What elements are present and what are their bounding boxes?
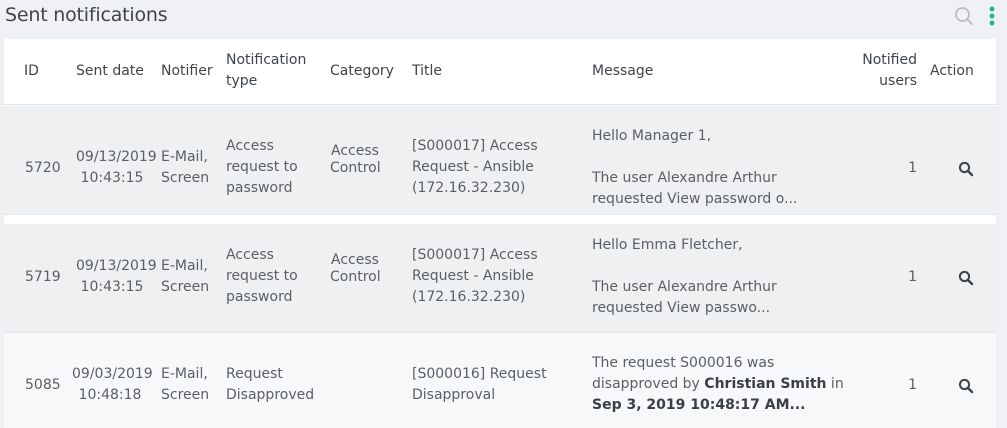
table-row[interactable]: 5719 09/13/2019 10:43:15 E-Mail, Screen …	[4, 224, 996, 333]
cell-message-user-name: Christian Smith	[704, 376, 827, 392]
view-details-search-icon[interactable]	[958, 270, 974, 286]
cell-title-line3: (172.16.32.230)	[412, 289, 526, 305]
cell-notification-type: Request Disapproved	[226, 364, 314, 406]
cell-notifier: E-Mail, Screen	[161, 256, 209, 298]
cell-title-line1: [S000016] Request	[412, 366, 547, 382]
cell-notifier-line1: E-Mail,	[161, 258, 208, 274]
cell-id: 5085	[25, 377, 61, 393]
cell-sent-date: 09/03/2019 10:48:18	[72, 364, 153, 406]
cell-notifier-line2: Screen	[161, 387, 210, 403]
cell-message-line2: The user Alexandre Arthur	[592, 170, 777, 186]
table-row[interactable]: 5720 09/13/2019 10:43:15 E-Mail, Screen …	[4, 106, 996, 215]
cell-message-line2: disapproved by Christian Smith in	[592, 374, 844, 395]
cell-date: 09/13/2019	[76, 258, 157, 274]
cell-id: 5719	[25, 269, 61, 285]
notifications-table: ID Sent date Notifier Notification type …	[4, 39, 996, 428]
page-header: Sent notifications	[0, 0, 1007, 38]
cell-title: [S000017] Access Request - Ansible (172.…	[412, 136, 538, 199]
cell-title-line3: (172.16.32.230)	[412, 180, 526, 196]
cell-type-line3: password	[226, 180, 293, 196]
column-header-notification-type[interactable]: Notification type	[226, 50, 306, 92]
cell-id: 5720	[25, 160, 61, 176]
view-details-search-icon[interactable]	[958, 378, 974, 394]
cell-message-blank	[592, 147, 797, 168]
cell-category-line2: Control	[330, 269, 381, 285]
cell-message-line3: requested View passwo...	[592, 300, 771, 316]
cell-title: [S000017] Access Request - Ansible (172.…	[412, 245, 538, 308]
cell-message-line2-suffix: in	[826, 376, 844, 392]
cell-date: 09/13/2019	[76, 149, 157, 165]
column-header-notified-users-line1: Notified	[862, 52, 917, 68]
cell-notified-users: 1	[908, 269, 917, 285]
cell-notifier: E-Mail, Screen	[161, 364, 209, 406]
cell-notified-users: 1	[908, 160, 917, 176]
cell-message-line1: The request S000016 was	[592, 355, 775, 371]
cell-category: Access Control	[330, 143, 381, 177]
cell-category-line1: Access	[331, 252, 379, 268]
cell-time: 10:43:15	[80, 279, 144, 295]
column-header-notifier[interactable]: Notifier	[161, 61, 213, 82]
cell-type-line1: Request	[226, 366, 283, 382]
cell-date: 09/03/2019	[72, 366, 153, 382]
cell-message-line1: Hello Manager 1,	[592, 128, 712, 144]
column-header-title[interactable]: Title	[412, 61, 442, 82]
cell-notified-users: 1	[908, 377, 917, 393]
cell-title-line2: Disapproval	[412, 387, 496, 403]
cell-sent-date: 09/13/2019 10:43:15	[76, 147, 157, 189]
cell-notifier: E-Mail, Screen	[161, 147, 209, 189]
cell-message-line3: requested View password o...	[592, 191, 798, 207]
cell-type-line1: Access	[226, 247, 274, 263]
cell-message-line1: Hello Emma Fletcher,	[592, 237, 743, 253]
cell-title: [S000016] Request Disapproval	[412, 364, 547, 406]
cell-type-line2: Disapproved	[226, 387, 315, 403]
cell-notification-type: Access request to password	[226, 136, 298, 199]
cell-notifier-line2: Screen	[161, 279, 210, 295]
cell-notifier-line2: Screen	[161, 170, 210, 186]
cell-type-line1: Access	[226, 138, 274, 154]
search-icon[interactable]	[954, 6, 974, 26]
cell-message-line2-prefix: disapproved by	[592, 376, 705, 392]
kebab-menu-icon[interactable]	[986, 5, 998, 27]
column-header-category[interactable]: Category	[330, 61, 394, 82]
cell-time: 10:43:15	[80, 170, 144, 186]
column-header-action: Action	[930, 63, 974, 79]
cell-message: Hello Emma Fletcher, The user Alexandre …	[592, 235, 777, 319]
column-header-message[interactable]: Message	[592, 61, 653, 82]
cell-title-line2: Request - Ansible	[412, 159, 534, 175]
column-header-sent-date[interactable]: Sent date	[76, 61, 144, 82]
view-details-search-icon[interactable]	[958, 161, 974, 177]
column-header-id[interactable]: ID	[24, 61, 39, 82]
cell-notification-type: Access request to password	[226, 245, 298, 308]
column-header-notification-type-line1: Notification	[226, 52, 307, 68]
cell-title-line1: [S000017] Access	[412, 247, 538, 263]
cell-message-blank	[592, 256, 777, 277]
column-header-notified-users-line2: users	[879, 73, 917, 89]
column-header-notified-users[interactable]: Notified users	[854, 50, 917, 92]
cell-notifier-line1: E-Mail,	[161, 366, 208, 382]
cell-message-line2: The user Alexandre Arthur	[592, 279, 777, 295]
cell-type-line2: request to	[226, 268, 298, 284]
cell-sent-date: 09/13/2019 10:43:15	[76, 256, 157, 298]
cell-message: Hello Manager 1, The user Alexandre Arth…	[592, 126, 797, 210]
table-header: ID Sent date Notifier Notification type …	[4, 39, 996, 105]
cell-message-line3: Sep 3, 2019 10:48:17 AM...	[592, 397, 806, 413]
column-header-notification-type-line2: type	[226, 73, 258, 89]
cell-notifier-line1: E-Mail,	[161, 149, 208, 165]
cell-message: The request S000016 was disapproved by C…	[592, 353, 844, 416]
cell-category-line1: Access	[331, 143, 379, 159]
cell-type-line2: request to	[226, 159, 298, 175]
cell-type-line3: password	[226, 289, 293, 305]
cell-category: Access Control	[330, 252, 381, 286]
page-title: Sent notifications	[5, 4, 168, 26]
table-row[interactable]: 5085 09/03/2019 10:48:18 E-Mail, Screen …	[4, 333, 996, 428]
cell-title-line2: Request - Ansible	[412, 268, 534, 284]
cell-category-line2: Control	[330, 160, 381, 176]
cell-title-line1: [S000017] Access	[412, 138, 538, 154]
cell-time: 10:48:18	[78, 387, 142, 403]
